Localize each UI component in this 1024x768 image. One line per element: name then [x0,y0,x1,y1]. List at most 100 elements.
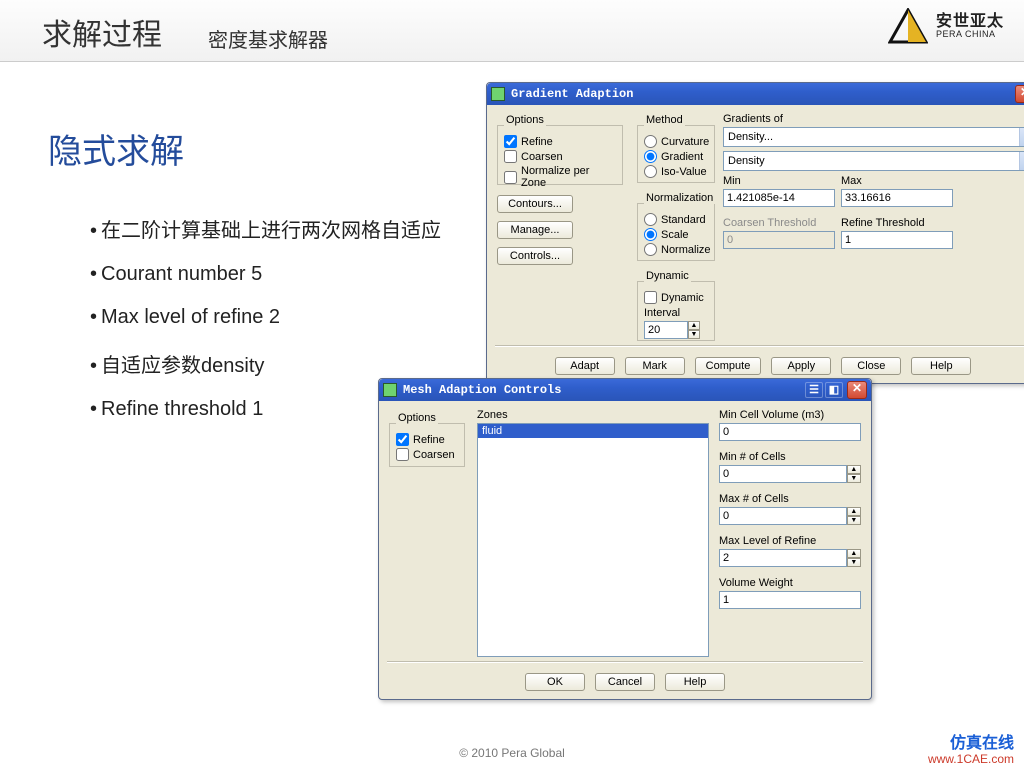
gradient-radio[interactable]: Gradient [644,149,708,164]
manage-button[interactable]: Manage... [497,221,573,239]
group-legend: Options [396,412,438,424]
gradients-of-combo-1[interactable]: Density...▼ [723,127,1024,147]
interval-input[interactable] [644,321,688,339]
min-cells-label: Min # of Cells [719,451,861,463]
help-button[interactable]: Help [665,673,725,691]
spin-down-icon[interactable]: ▼ [847,558,861,567]
max-level-refine-label: Max Level of Refine [719,535,861,547]
logo-triangle-icon [888,8,928,44]
spin-down-icon[interactable]: ▼ [688,330,700,339]
coarsen-threshold-input [723,231,835,249]
max-level-refine-spinner[interactable]: ▲▼ [719,549,861,567]
dynamic-group: Dynamic Dynamic Interval ▲▼ [637,281,715,341]
max-level-refine-input[interactable] [719,549,847,567]
spin-down-icon[interactable]: ▼ [847,516,861,525]
volume-weight-label: Volume Weight [719,577,861,589]
zones-listbox[interactable]: fluid [477,423,709,657]
refine-checkbox[interactable]: Refine [504,134,616,149]
adapt-button[interactable]: Adapt [555,357,615,375]
mark-button[interactable]: Mark [625,357,685,375]
max-cells-label: Max # of Cells [719,493,861,505]
group-legend: Options [504,114,546,126]
dialog-title: Gradient Adaption [511,87,633,101]
standard-radio[interactable]: Standard [644,212,708,227]
group-legend: Dynamic [644,270,691,282]
max-cells-spinner[interactable]: ▲▼ [719,507,861,525]
footer: © 2010 Pera Global [0,746,1024,760]
coarsen-threshold-label: Coarsen Threshold [723,217,835,229]
dialog-button-row: OK Cancel Help [379,673,871,691]
max-input[interactable] [841,189,953,207]
gradients-of-combo-2[interactable]: Density▼ [723,151,1024,171]
min-cells-spinner[interactable]: ▲▼ [719,465,861,483]
options-group: Options Refine Coarsen [389,423,465,467]
slide-header: 求解过程 密度基求解器 安世亚太 PERA CHINA [0,0,1024,62]
spin-up-icon[interactable]: ▲ [688,321,700,330]
dialog-titlebar[interactable]: Gradient Adaption ✕ [487,83,1024,105]
group-legend: Normalization [644,192,715,204]
mesh-adaption-controls-dialog: Mesh Adaption Controls ☰ ◧ ✕ Options Ref… [378,378,872,700]
app-icon [383,383,397,397]
max-cells-input[interactable] [719,507,847,525]
gradients-of-label: Gradients of [723,113,1024,125]
options-group: Options Refine Coarsen Normalize per Zon… [497,125,623,185]
group-legend: Method [644,114,685,126]
compute-button[interactable]: Compute [695,357,762,375]
list-item[interactable]: fluid [478,424,708,438]
spin-up-icon[interactable]: ▲ [847,465,861,474]
controls-button[interactable]: Controls... [497,247,573,265]
chevron-down-icon: ▼ [1019,152,1024,170]
dialog-titlebar[interactable]: Mesh Adaption Controls ☰ ◧ ✕ [379,379,871,401]
chevron-down-icon: ▼ [1019,128,1024,146]
toggle-icon[interactable]: ◧ [825,382,843,398]
refine-threshold-input[interactable] [841,231,953,249]
logo-text-cn: 安世亚太 [936,14,1004,30]
close-button[interactable]: Close [841,357,901,375]
dynamic-checkbox[interactable]: Dynamic [644,290,708,305]
app-icon [491,87,505,101]
min-cells-input[interactable] [719,465,847,483]
slide-title: 求解过程 [42,10,162,54]
cancel-button[interactable]: Cancel [595,673,655,691]
body-heading: 隐式求解 [48,124,184,173]
list-icon[interactable]: ☰ [805,382,823,398]
dialog-button-row: Adapt Mark Compute Apply Close Help [487,357,1024,375]
spin-up-icon[interactable]: ▲ [847,549,861,558]
close-icon[interactable]: ✕ [1015,85,1024,103]
contours-button[interactable]: Contours... [497,195,573,213]
min-cell-volume-input[interactable] [719,423,861,441]
min-cell-volume-label: Min Cell Volume (m3) [719,409,861,421]
spin-up-icon[interactable]: ▲ [847,507,861,516]
refine-checkbox[interactable]: Refine [396,432,458,447]
volume-weight-input[interactable] [719,591,861,609]
gradient-adaption-dialog: Gradient Adaption ✕ Options Refine Coars… [486,82,1024,384]
normalize-radio[interactable]: Normalize [644,242,708,257]
spin-down-icon[interactable]: ▼ [847,474,861,483]
zones-label: Zones [477,409,709,421]
normalize-per-zone-checkbox[interactable]: Normalize per Zone [504,164,616,190]
scale-radio[interactable]: Scale [644,227,708,242]
min-input[interactable] [723,189,835,207]
logo: 安世亚太 PERA CHINA [888,8,1004,44]
interval-label: Interval [644,307,708,319]
min-label: Min [723,175,835,187]
slide-subtitle: 密度基求解器 [208,24,328,53]
iso-value-radio[interactable]: Iso-Value [644,164,708,179]
bullet-item: 自适应参数density [90,349,470,378]
help-button[interactable]: Help [911,357,971,375]
bullet-item: Max level of refine 2 [90,306,470,329]
method-group: Method Curvature Gradient Iso-Value [637,125,715,183]
normalization-group: Normalization Standard Scale Normalize [637,203,715,261]
ok-button[interactable]: OK [525,673,585,691]
logo-text-en: PERA CHINA [936,30,1004,39]
bullet-item: Courant number 5 [90,263,470,286]
watermark-line1: 仿真在线 [928,735,1014,753]
coarsen-checkbox[interactable]: Coarsen [396,447,458,462]
coarsen-checkbox[interactable]: Coarsen [504,149,616,164]
interval-spinner[interactable]: ▲▼ [644,321,700,339]
close-icon[interactable]: ✕ [847,381,867,399]
apply-button[interactable]: Apply [771,357,831,375]
curvature-radio[interactable]: Curvature [644,134,708,149]
refine-threshold-label: Refine Threshold [841,217,953,229]
dialog-title: Mesh Adaption Controls [403,383,561,397]
